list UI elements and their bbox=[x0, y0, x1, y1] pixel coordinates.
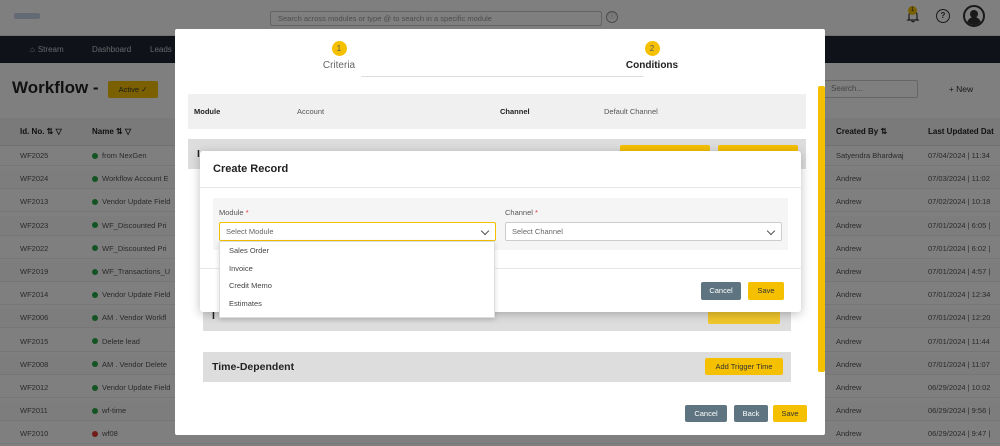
module-info-label: Module bbox=[194, 107, 221, 116]
channel-field-label: Channel * bbox=[505, 208, 538, 217]
create-record-cancel-button[interactable]: Cancel bbox=[701, 282, 741, 300]
step-label: Criteria bbox=[322, 60, 356, 71]
time-dependent-section: Time-Dependent Add Trigger Time bbox=[203, 352, 791, 382]
modal-scrollbar[interactable] bbox=[818, 86, 825, 372]
create-record-save-button[interactable]: Save bbox=[748, 282, 784, 300]
dropdown-option-sales-order[interactable]: Sales Order bbox=[220, 242, 494, 260]
channel-select[interactable]: Select Channel bbox=[505, 222, 782, 241]
chevron-down-icon bbox=[766, 226, 776, 236]
step-number: 2 bbox=[644, 41, 660, 56]
channel-info-label: Channel bbox=[500, 107, 530, 116]
module-dropdown-list: Sales Order Invoice Credit Memo Estimate… bbox=[219, 241, 495, 318]
workflow-info-bar: Module Account Channel Default Channel bbox=[188, 94, 806, 129]
back-button[interactable]: Back bbox=[734, 405, 768, 422]
step-label: Conditions bbox=[625, 60, 679, 71]
module-select[interactable]: Select Module bbox=[219, 222, 496, 241]
module-info-value: Account bbox=[297, 107, 325, 116]
dropdown-option-estimates[interactable]: Estimates bbox=[220, 295, 494, 313]
chevron-down-icon bbox=[480, 226, 490, 236]
dropdown-option-credit-memo[interactable]: Credit Memo bbox=[220, 277, 494, 295]
module-field-label: Module * bbox=[219, 208, 249, 217]
step-criteria[interactable]: 1 Criteria bbox=[279, 41, 399, 71]
step-number: 1 bbox=[331, 41, 347, 56]
channel-info-value: Default Channel bbox=[604, 107, 658, 116]
dropdown-option-invoice[interactable]: Invoice bbox=[220, 260, 494, 278]
step-conditions[interactable]: 2 Conditions bbox=[592, 41, 712, 71]
save-button[interactable]: Save bbox=[773, 405, 807, 422]
step-connector bbox=[361, 76, 643, 77]
cancel-button[interactable]: Cancel bbox=[685, 405, 727, 422]
add-trigger-time-button[interactable]: Add Trigger Time bbox=[705, 358, 783, 375]
modal-title: Create Record bbox=[213, 163, 289, 175]
section-title: Time-Dependent bbox=[212, 361, 295, 373]
